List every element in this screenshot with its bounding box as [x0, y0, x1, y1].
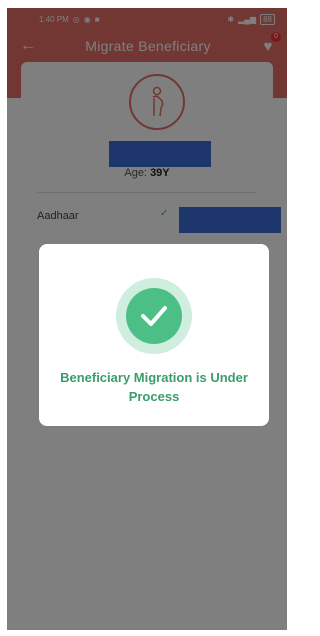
success-badge [116, 278, 192, 354]
dialog-message: Beneficiary Migration is Under Process [60, 370, 248, 404]
phone-screen: 1:40 PM ◎ ◉ ■ ✱ ▂▄▆ 88 ← Migrate Benefic… [7, 8, 287, 630]
checkmark-icon [141, 306, 167, 326]
success-dialog: Beneficiary Migration is Under Process [39, 244, 269, 426]
